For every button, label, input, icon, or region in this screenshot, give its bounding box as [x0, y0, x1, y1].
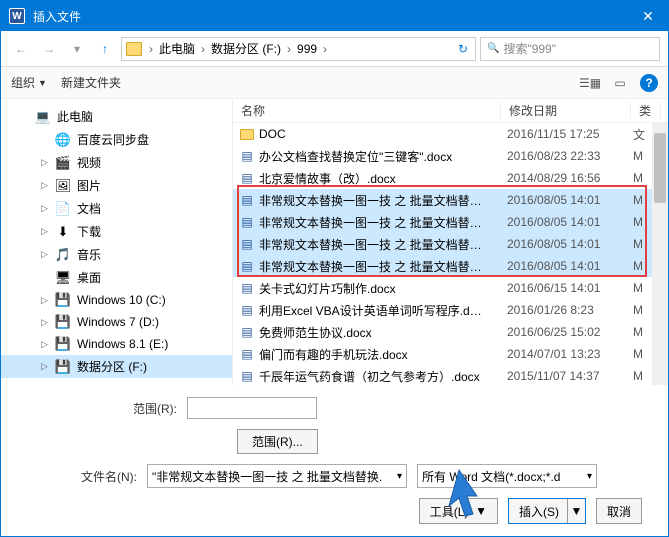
file-row[interactable]: ▤非常规文本替换一图一技 之 批量文档替…2016/08/05 14:01M: [233, 233, 668, 255]
forward-button[interactable]: →: [37, 37, 61, 61]
sidebar-item[interactable]: ▷📄文档: [1, 197, 232, 220]
search-input[interactable]: 搜索"999": [480, 37, 660, 61]
file-row[interactable]: ▤非常规文本替换一图一技 之 批量文档替…2016/08/05 14:01M: [233, 211, 668, 233]
close-button[interactable]: ✕: [628, 1, 668, 31]
tools-button[interactable]: 工具(L) ▼: [419, 498, 498, 524]
folder-icon: [126, 42, 142, 56]
file-row[interactable]: ▤非常规文本替换一图一技 之 批量文档替…2016/08/05 14:01M: [233, 189, 668, 211]
file-row[interactable]: ▤办公文档查找替换定位"三键客".docx2016/08/23 22:33M: [233, 145, 668, 167]
range-label: 范围(R):: [17, 400, 187, 417]
sidebar-item[interactable]: 🌐百度云同步盘: [1, 128, 232, 151]
file-row[interactable]: ▤关卡式幻灯片巧制作.docx2016/06/15 14:01M: [233, 277, 668, 299]
file-row[interactable]: DOC2016/11/15 17:25文: [233, 123, 668, 145]
file-row[interactable]: ▤免费师范生协议.docx2016/06/25 15:02M: [233, 321, 668, 343]
back-button[interactable]: ←: [9, 37, 33, 61]
up-button[interactable]: ↑: [93, 37, 117, 61]
file-row[interactable]: ▤北京爱情故事（改）.docx2014/08/29 16:56M: [233, 167, 668, 189]
insert-dropdown[interactable]: ▼: [567, 499, 585, 523]
file-row[interactable]: ▤千辰年运气药食谱（初之气参考方）.docx2015/11/07 14:37M: [233, 365, 668, 383]
range-button[interactable]: 范围(R)...: [237, 429, 318, 454]
preview-icon[interactable]: ▭: [610, 75, 630, 91]
file-row[interactable]: ▤偏门而有趣的手机玩法.docx2014/07/01 13:23M: [233, 343, 668, 365]
file-list-header: 名称 修改日期 类: [233, 99, 668, 123]
sidebar-item[interactable]: ▷🖼图片: [1, 174, 232, 197]
sidebar-item[interactable]: ▷💾Windows 8.1 (E:): [1, 333, 232, 355]
cancel-button[interactable]: 取消: [596, 498, 642, 524]
sidebar-item[interactable]: ▷🎵音乐: [1, 243, 232, 266]
file-row[interactable]: ▤利用Excel VBA设计英语单词听写程序.d…2016/01/26 8:23…: [233, 299, 668, 321]
crumb-drive[interactable]: 数据分区 (F:): [208, 40, 284, 57]
view-icon[interactable]: ☰▦: [580, 75, 600, 91]
filename-combo[interactable]: "非常规文本替换一图一技 之 批量文档替换.: [147, 464, 407, 488]
word-app-icon: W: [9, 8, 25, 24]
sidebar-item[interactable]: 💻此电脑: [1, 105, 232, 128]
sidebar: 💻此电脑🌐百度云同步盘▷🎬视频▷🖼图片▷📄文档▷⬇下载▷🎵音乐🖥桌面▷💾Wind…: [1, 99, 233, 385]
window-title: 插入文件: [33, 8, 628, 25]
filename-label: 文件名(N):: [17, 468, 147, 485]
column-date[interactable]: 修改日期: [501, 102, 631, 119]
crumb-pc[interactable]: 此电脑: [156, 40, 198, 57]
sidebar-item[interactable]: ▷💾数据分区 (F:): [1, 355, 232, 378]
sidebar-item[interactable]: ▷🎬视频: [1, 151, 232, 174]
range-input[interactable]: [187, 397, 317, 419]
organize-button[interactable]: 组织 ▼: [11, 74, 47, 91]
column-type[interactable]: 类: [631, 102, 661, 119]
column-name[interactable]: 名称: [233, 102, 501, 119]
sidebar-item[interactable]: ▷⬇下载: [1, 220, 232, 243]
filetype-combo[interactable]: 所有 Word 文档(*.docx;*.d: [417, 464, 597, 488]
breadcrumb[interactable]: › 此电脑 › 数据分区 (F:) › 999 › ↻: [121, 37, 476, 61]
sidebar-item[interactable]: 🖥桌面: [1, 266, 232, 289]
help-button[interactable]: ?: [640, 74, 658, 92]
refresh-button[interactable]: ↻: [455, 42, 471, 56]
newfolder-button[interactable]: 新建文件夹: [61, 74, 121, 91]
history-dropdown[interactable]: ▾: [65, 37, 89, 61]
sidebar-item[interactable]: ▷💾Windows 7 (D:): [1, 311, 232, 333]
crumb-folder[interactable]: 999: [294, 42, 320, 56]
insert-button[interactable]: 插入(S)▼: [508, 498, 586, 524]
scrollbar-vertical[interactable]: [652, 123, 668, 385]
file-row[interactable]: ▤非常规文本替换一图一技 之 批量文档替…2016/08/05 14:01M: [233, 255, 668, 277]
sidebar-item[interactable]: ▷💾Windows 10 (C:): [1, 289, 232, 311]
